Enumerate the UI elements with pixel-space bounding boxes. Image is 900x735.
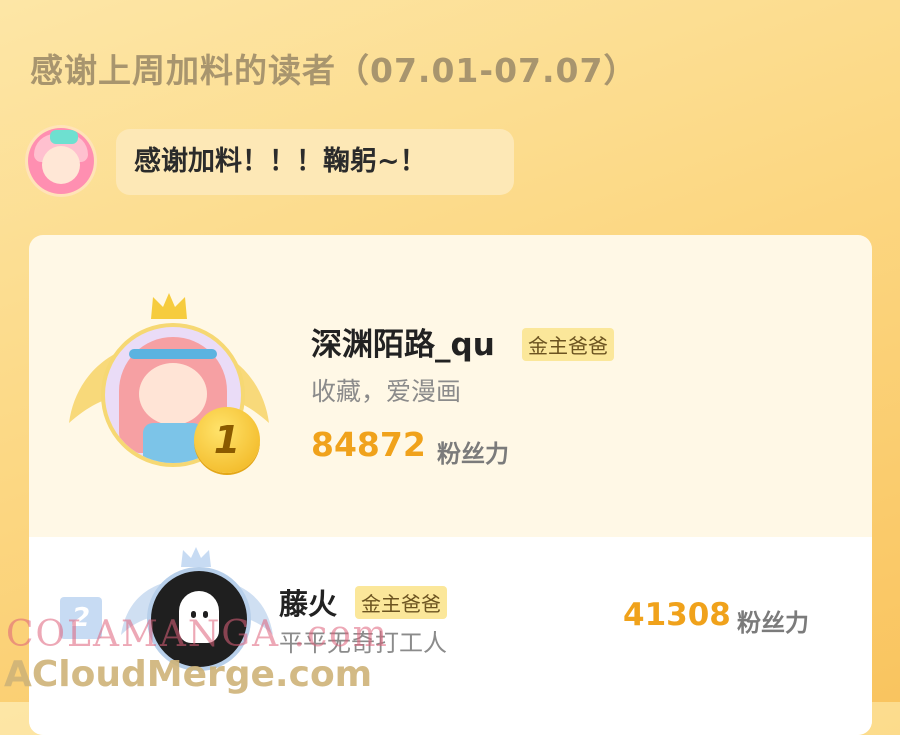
fan-power-unit: 粉丝力 <box>437 440 509 468</box>
user-name[interactable]: 深渊陌路_qu <box>311 319 495 364</box>
fan-power-value: 41308 <box>623 597 731 633</box>
rank-badge-gold: 1 <box>194 407 260 473</box>
watermark-acloudmerge: ACloudMerge.com <box>4 654 373 695</box>
user-tag: 金主爸爸 <box>522 328 614 361</box>
crown-icon <box>151 293 187 319</box>
author-message-bubble: 感谢加料！！！鞠躬~！ <box>116 129 514 195</box>
crown-icon <box>181 547 211 567</box>
fan-power-value: 84872 <box>311 425 426 464</box>
user-motto: 收藏，爱漫画 <box>311 377 462 406</box>
fan-power-unit: 粉丝力 <box>737 609 809 637</box>
watermark-colamanga: COLAMANGA .com <box>6 614 389 655</box>
page-title: 感谢上周加料的读者（07.01-07.07） <box>30 51 638 90</box>
author-avatar[interactable] <box>28 128 94 194</box>
